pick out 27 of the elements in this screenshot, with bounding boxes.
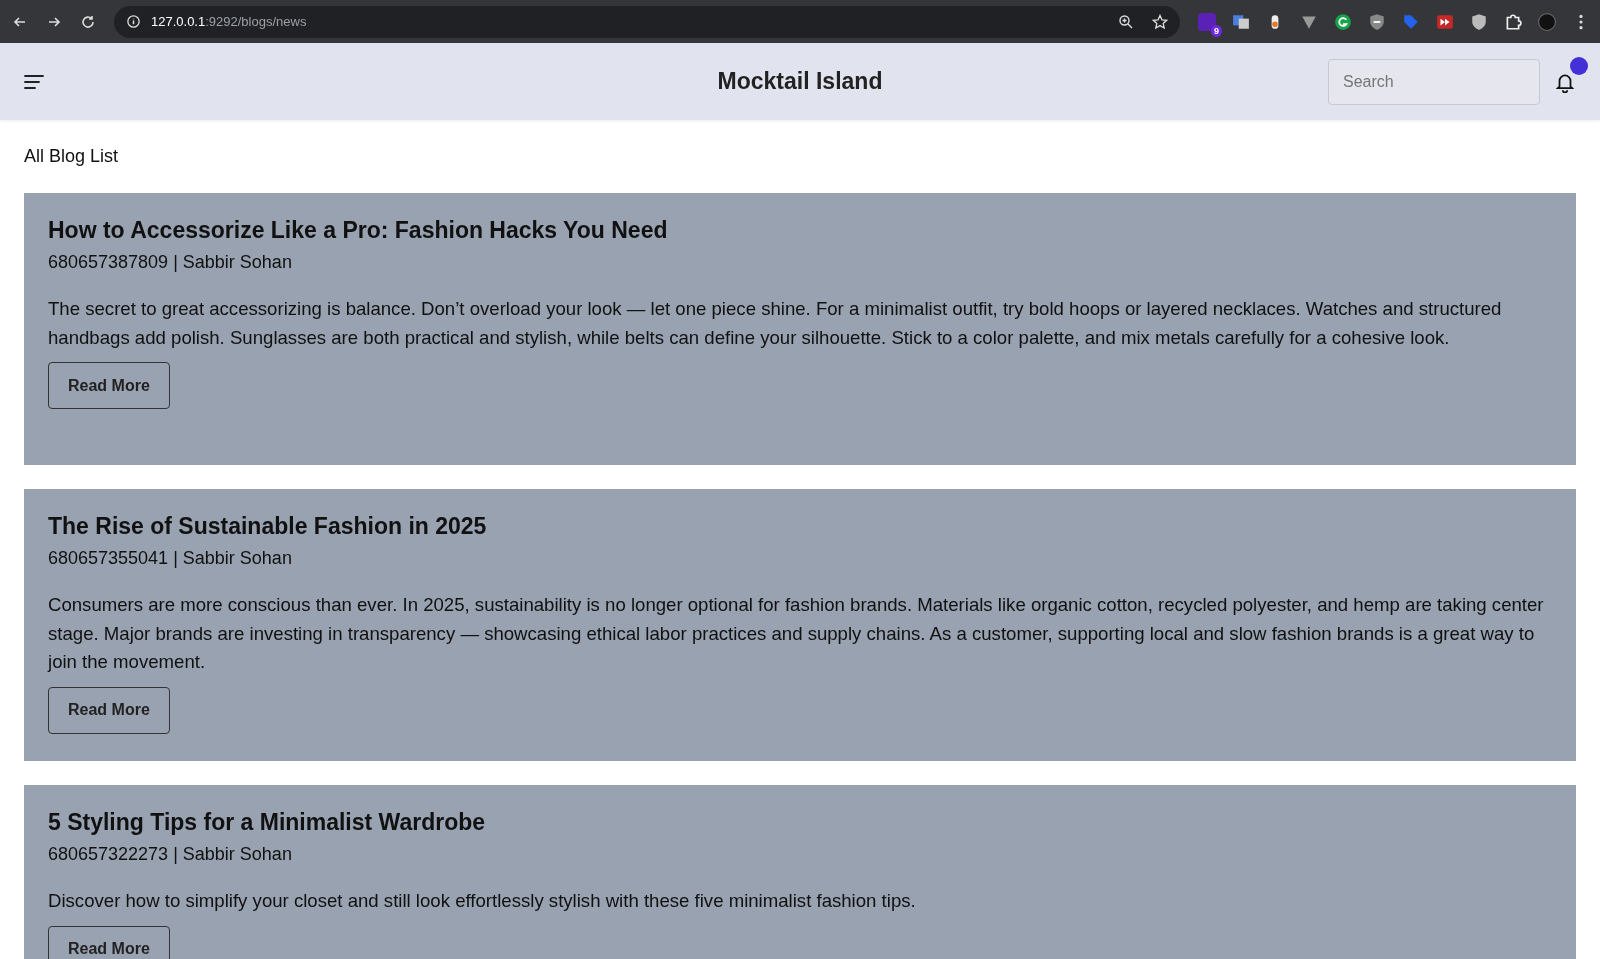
read-more-button[interactable]: Read More: [48, 925, 170, 959]
post-meta: 680657387809 | Sabbir Sohan: [48, 252, 293, 273]
read-more-button[interactable]: Read More: [48, 686, 170, 734]
site-title: Mocktail Island: [717, 68, 883, 95]
post-meta: 680657355041 | Sabbir Sohan: [48, 548, 293, 569]
zoom-icon[interactable]: [1118, 13, 1134, 30]
shield-icon[interactable]: [1368, 12, 1386, 31]
address-bar[interactable]: 127.0.0.1:9292/blogs/news: [114, 5, 1180, 38]
star-icon[interactable]: [1152, 13, 1168, 30]
url-text[interactable]: 127.0.0.1:9292/blogs/news: [151, 14, 1100, 29]
post-title: The Rise of Sustainable Fashion in 2025: [48, 513, 488, 540]
shield-icon[interactable]: [1470, 12, 1488, 31]
post-excerpt: Consumers are more conscious than ever. In 2025, sustainability is no longer optional for fashion brands. Materials like organic cotton, recycled polyester, and hemp are taking center stage. Major brands are investing in transparency — showcasing ethical labor practices and supply chains. As a customer, supporting local and slow fashion brands is a great way to join the movement.: [48, 593, 1545, 675]
read-more-button[interactable]: Read More: [48, 362, 170, 410]
reload-icon[interactable]: [80, 13, 96, 30]
post-title: How to Accessorize Like a Pro: Fashion Hacks You Need: [48, 217, 669, 244]
post-excerpt: The secret to great accessorizing is balance. Don’t overload your look — let one piece shine. For a minimalist outfit, try bold hoops or layered necklaces. Watches and structured handbags add polish. Sunglasses are both practical and stylish, while belts can define your silhouette. Stick to a color palette, and mix metals carefully for a cohesive look.: [48, 297, 1503, 350]
post-meta: 680657322273 | Sabbir Sohan: [48, 844, 293, 865]
avatar-icon[interactable]: [1538, 12, 1556, 31]
puzzle-icon[interactable]: [1504, 12, 1522, 31]
page-heading: All Blog List: [24, 146, 120, 167]
post-excerpt: Discover how to simplify your closet and still look effortlessly stylish with these five minimalist fashion tips.: [48, 889, 917, 913]
info-icon[interactable]: [126, 14, 141, 29]
translate-icon[interactable]: [1232, 12, 1250, 31]
menu-icon[interactable]: [24, 73, 44, 90]
post-title: 5 Styling Tips for a Minimalist Wardrobe: [48, 809, 487, 836]
search-field[interactable]: Search: [1328, 58, 1540, 105]
